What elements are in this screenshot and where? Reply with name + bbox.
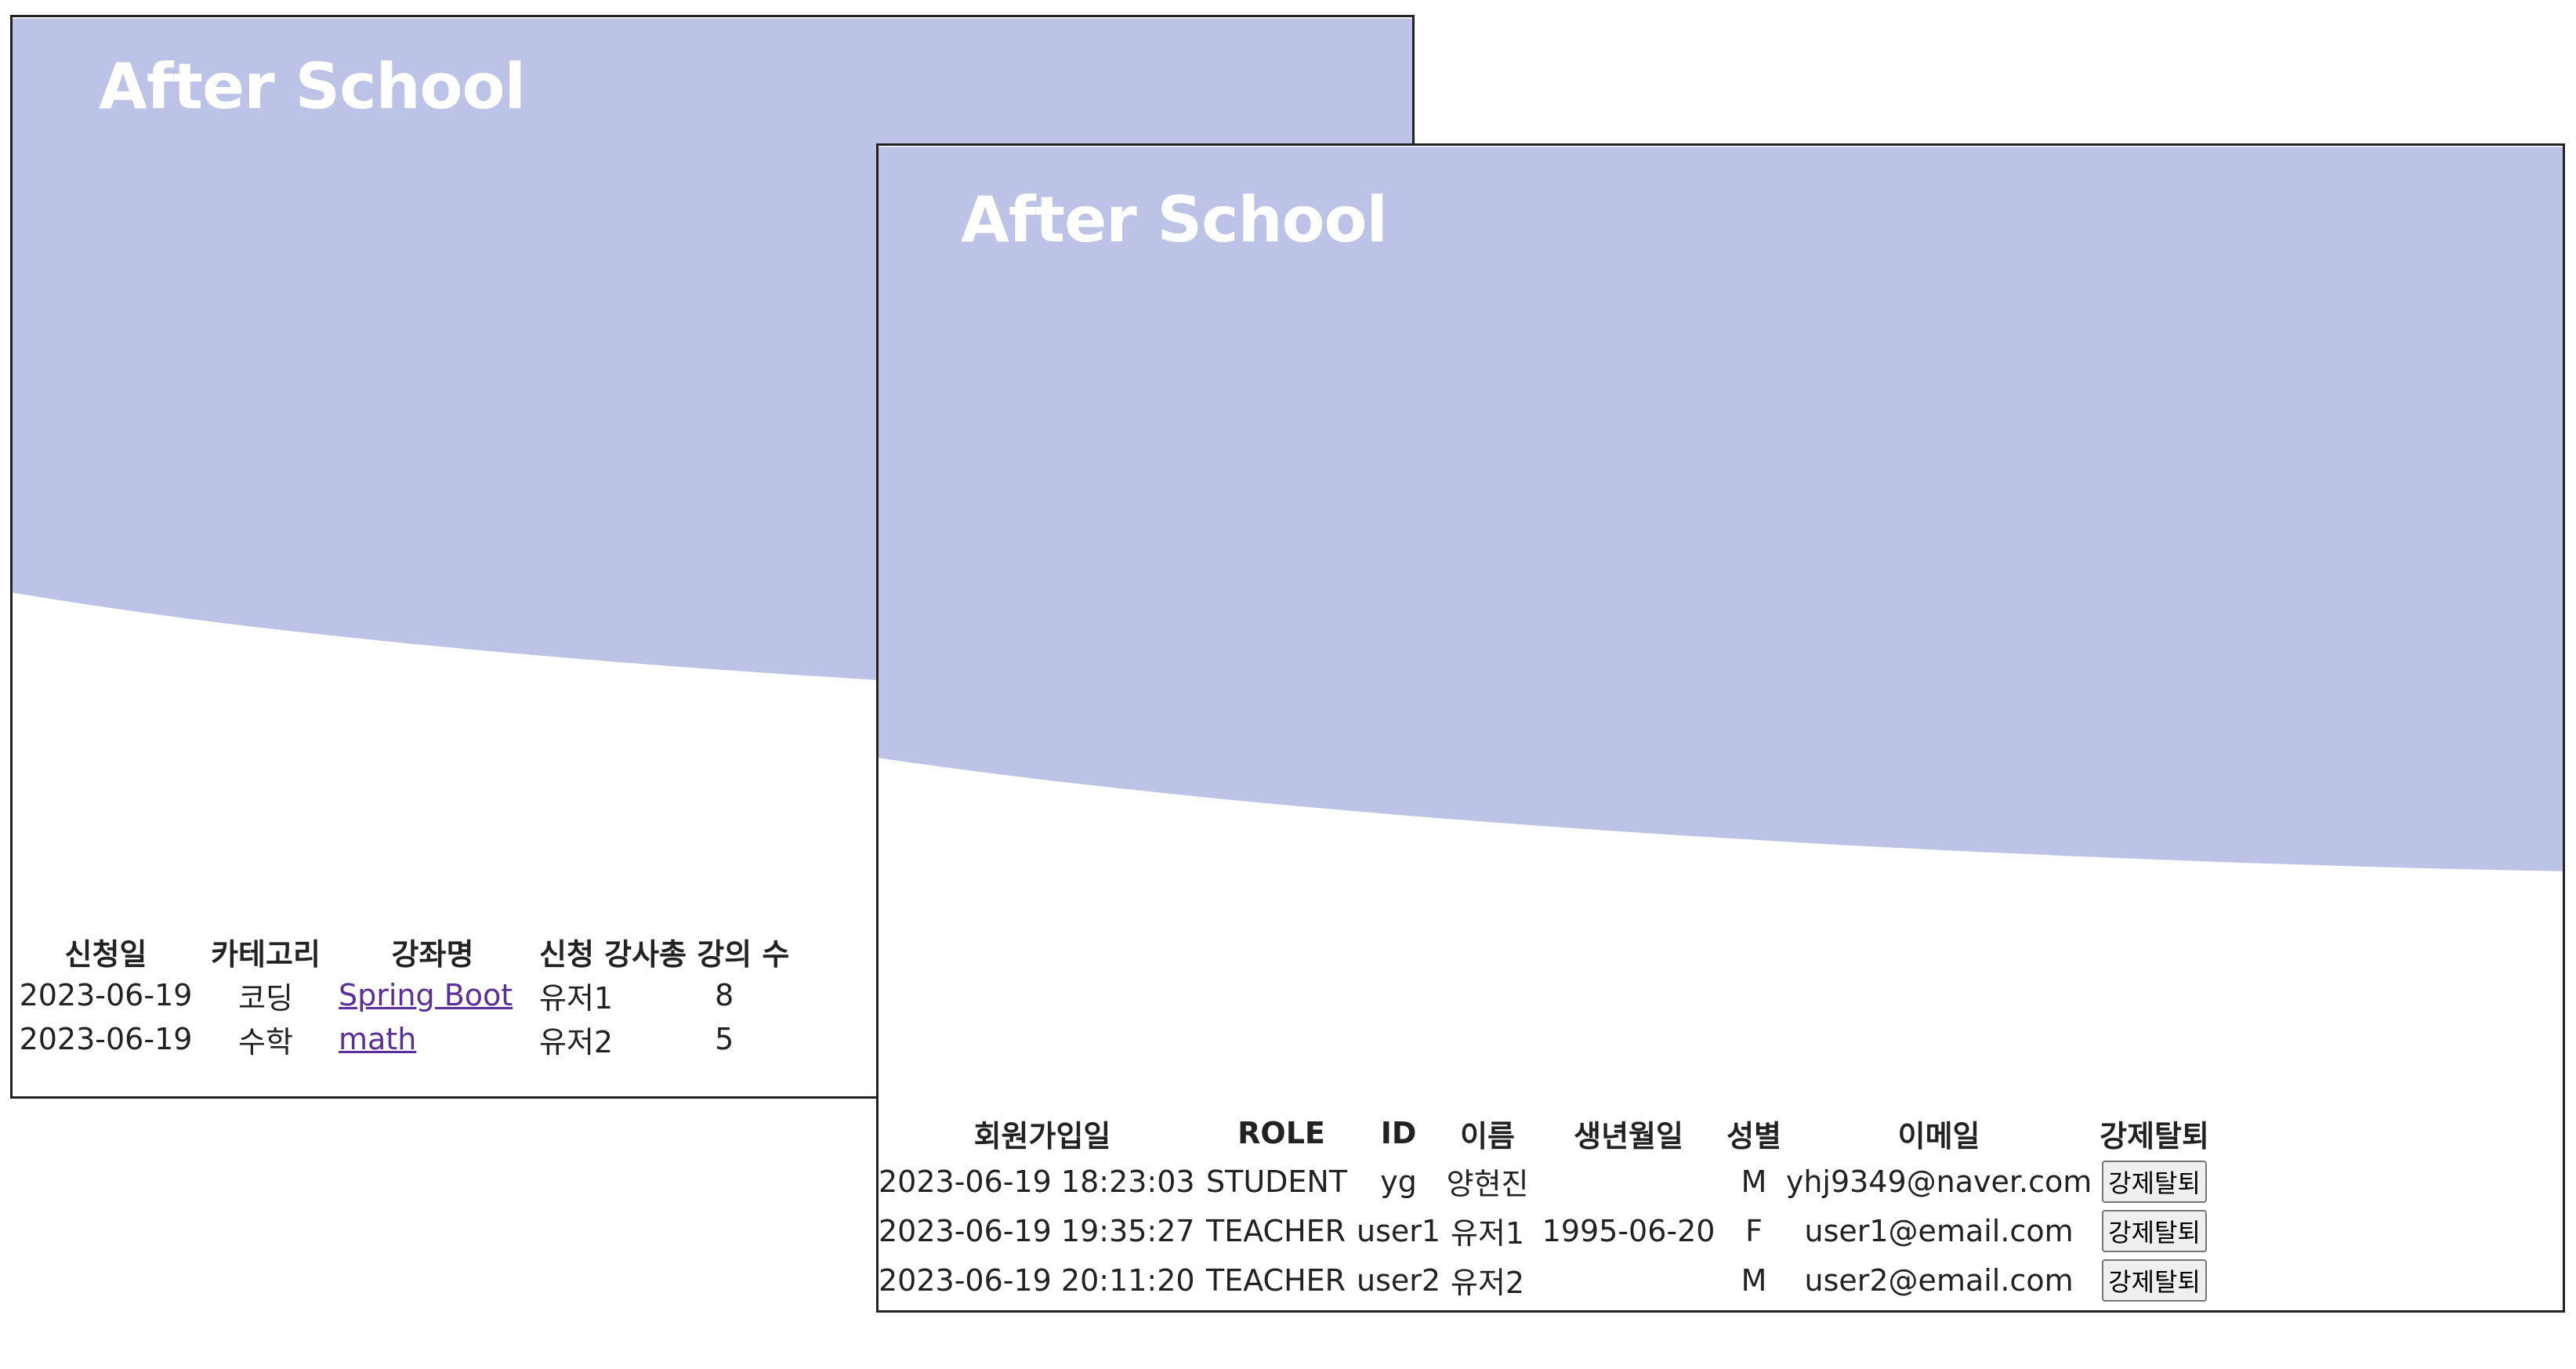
cell-kick: 강제탈퇴 [2092,1255,2216,1305]
cell-id: user2 [1357,1262,1441,1298]
table-row: 2023-06-19 수학 math 유저2 5 [13,1017,789,1061]
member-table: 회원가입일 ROLE ID 이름 생년월일 성별 이메일 강제탈퇴 2023-0… [879,1110,2216,1305]
cell-role: TEACHER [1206,1262,1346,1298]
cell-role: TEACHER [1206,1213,1346,1248]
cell-kick: 강제탈퇴 [2092,1206,2216,1255]
cell-gender: M [1741,1262,1767,1298]
force-withdraw-button[interactable]: 강제탈퇴 [2102,1160,2207,1203]
course-table: 신청일 카테고리 강좌명 신청 강사 총 강의 수 2023-06-19 코딩 … [13,929,790,1061]
cell-name: 유저1 [1451,1216,1525,1251]
table-header-row: 신청일 카테고리 강좌명 신청 강사 총 강의 수 [13,929,790,973]
cell-birth: 1995-06-20 [1542,1213,1716,1248]
cell-join-date: 2023-06-19 20:11:20 [879,1262,1195,1298]
force-withdraw-button[interactable]: 강제탈퇴 [2102,1209,2207,1252]
site-logo[interactable]: After School [99,50,526,123]
cell-course-name: Spring Boot [332,973,533,1017]
cell-kick: 강제탈퇴 [2092,1157,2216,1206]
member-window: After School 회원가입일 ROLE ID 이름 생년월일 성별 이메… [876,143,2565,1313]
cell-teacher: 유저2 [539,1024,614,1059]
course-link[interactable]: math [339,1022,416,1056]
cell-course-name: math [332,1017,533,1061]
cell-lecture-count: 8 [715,978,734,1012]
cell-email: user1@email.com [1804,1213,2074,1248]
cell-date: 2023-06-19 [19,978,193,1012]
col-kick: 강제탈퇴 [2100,1118,2209,1154]
table-row: 2023-06-19 코딩 Spring Boot 유저1 8 [13,973,789,1017]
col-date: 신청일 [64,936,147,972]
cell-id: user1 [1357,1213,1441,1248]
cell-role: STUDENT [1206,1164,1348,1199]
col-lecture-count: 총 강의 수 [659,936,790,972]
hero-background [879,147,2563,871]
cell-email: yhj9349@naver.com [1785,1164,2092,1199]
col-course-name: 강좌명 [391,936,474,972]
cell-date: 2023-06-19 [19,1022,193,1056]
cell-birth [1534,1157,1723,1206]
cell-teacher: 유저1 [539,980,614,1016]
force-withdraw-button[interactable]: 강제탈퇴 [2102,1259,2207,1302]
cell-join-date: 2023-06-19 19:35:27 [879,1213,1195,1248]
table-row: 2023-06-19 18:23:03 STUDENT yg 양현진 M yhj… [879,1157,2216,1206]
cell-category: 코딩 [238,980,293,1016]
col-category: 카테고리 [211,936,321,972]
col-id: ID [1380,1116,1417,1150]
table-header-row: 회원가입일 ROLE ID 이름 생년월일 성별 이메일 강제탈퇴 [879,1110,2216,1157]
table-row: 2023-06-19 19:35:27 TEACHER user1 유저1 19… [879,1206,2216,1255]
table-row: 2023-06-19 20:11:20 TEACHER user2 유저2 M … [879,1255,2216,1305]
col-join-date: 회원가입일 [973,1118,1111,1154]
cell-lecture-count: 5 [715,1022,734,1056]
cell-join-date: 2023-06-19 18:23:03 [879,1164,1195,1199]
cell-birth [1534,1255,1723,1305]
col-birth: 생년월일 [1574,1118,1683,1154]
cell-gender: F [1745,1213,1763,1248]
cell-name: 유저2 [1451,1266,1525,1300]
cell-category: 수학 [238,1024,293,1059]
col-gender: 성별 [1726,1118,1782,1154]
col-teacher: 신청 강사 [539,936,660,972]
col-role: ROLE [1237,1116,1325,1150]
cell-gender: M [1741,1164,1767,1199]
col-email: 이메일 [1897,1118,1980,1154]
cell-name: 양현진 [1446,1167,1529,1201]
course-link[interactable]: Spring Boot [339,978,513,1012]
col-name: 이름 [1460,1118,1516,1154]
site-logo[interactable]: After School [961,183,1388,256]
cell-email: user2@email.com [1804,1262,2074,1298]
cell-id: yg [1380,1164,1417,1199]
